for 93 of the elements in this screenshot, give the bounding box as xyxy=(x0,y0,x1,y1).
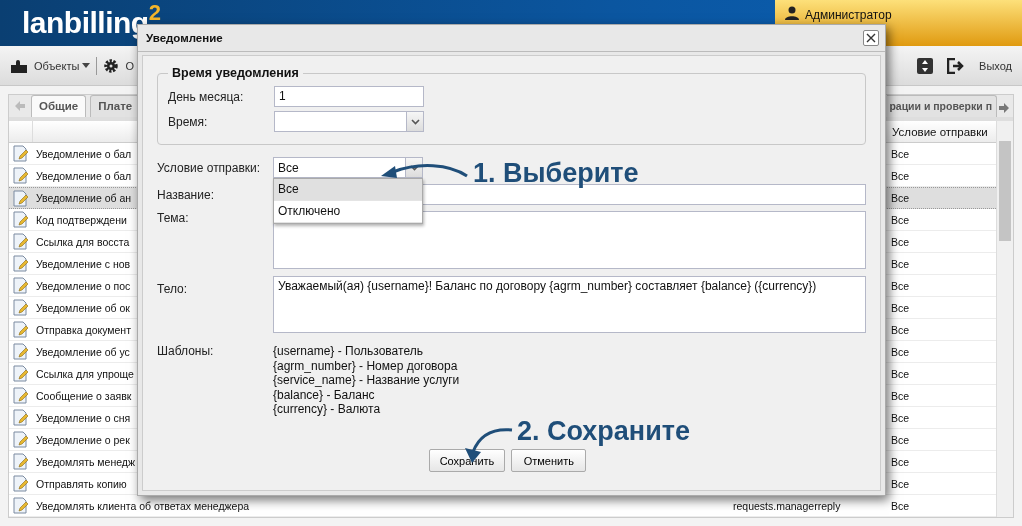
table-cell-text: Сообщение о заявк xyxy=(35,389,132,402)
document-edit-icon xyxy=(13,189,29,207)
document-edit-icon xyxy=(13,255,29,272)
scrollbar[interactable] xyxy=(996,121,1013,517)
table-cell-text: Все xyxy=(890,455,910,468)
cancel-button[interactable]: Отменить xyxy=(511,449,587,472)
chevron-down-icon xyxy=(410,118,420,125)
document-edit-icon xyxy=(13,233,29,250)
field-label: День месяца: xyxy=(168,89,245,104)
fieldset-legend: Время уведомления xyxy=(168,66,303,80)
user-name[interactable]: Администратор xyxy=(805,6,892,24)
template-item: {currency} - Валюта xyxy=(273,402,382,417)
expand-icon[interactable] xyxy=(917,57,934,74)
table-cell-text: Уведомление об ус xyxy=(35,345,130,358)
field-label: Условие отправки: xyxy=(157,160,262,175)
template-item: {balance} - Баланс xyxy=(273,387,376,402)
document-edit-icon xyxy=(13,365,29,382)
table-cell-text: Все xyxy=(890,433,910,446)
close-button[interactable] xyxy=(863,30,879,46)
table-cell-text: Все xyxy=(890,323,910,336)
gear-icon xyxy=(103,57,120,74)
field-label: Тема: xyxy=(157,211,190,225)
tab[interactable]: Общие xyxy=(31,95,87,117)
toolbar-item[interactable]: О xyxy=(125,59,134,72)
table-cell-text: Все xyxy=(890,257,910,270)
dropdown-option[interactable]: Все xyxy=(274,179,422,201)
caret-icon xyxy=(82,63,91,68)
condition-combo[interactable]: Все xyxy=(273,157,423,178)
input-field[interactable]: 1 xyxy=(274,86,424,107)
document-edit-icon xyxy=(13,343,29,360)
table-cell-text: Уведомление о бал xyxy=(35,147,132,160)
table-cell-text: Уведомление о рек xyxy=(35,433,130,446)
table-cell-text: Все xyxy=(890,367,910,380)
objects-menu[interactable]: Объекты xyxy=(34,59,91,72)
table-cell-text: Код подтверждени xyxy=(35,213,127,226)
template-item: {service_name} - Название услуги xyxy=(273,373,460,388)
dropdown-option[interactable]: Отключено xyxy=(274,201,422,223)
table-cell-text: Уведомление об ан xyxy=(35,192,132,204)
table-cell-text: Все xyxy=(890,301,910,314)
table-cell-text: Все xyxy=(890,477,910,490)
document-edit-icon xyxy=(13,145,29,162)
table-cell-text: Все xyxy=(890,192,910,204)
scroll-left-icon[interactable] xyxy=(13,99,27,113)
table-cell-text: Уведомление о пос xyxy=(35,279,131,292)
table-row[interactable]: Уведомлять клиента об ответах менеджера requests.managerreply Все xyxy=(9,495,996,517)
table-cell-text: Уведомлять клиента об ответах менеджера xyxy=(35,499,250,512)
document-edit-icon xyxy=(13,321,29,338)
save-button[interactable]: Сохранить xyxy=(428,449,506,472)
table-cell-text: Уведомление о сня xyxy=(35,411,131,424)
document-edit-icon xyxy=(13,299,29,316)
table-cell-text: Все xyxy=(890,235,910,248)
table-cell-text: Все xyxy=(890,411,910,424)
table-cell-text: Все xyxy=(890,147,910,160)
table-cell-text: Отправлять копию xyxy=(35,477,127,490)
table-cell-text: Все xyxy=(890,389,910,402)
field-label: Шаблоны: xyxy=(157,344,215,358)
table-cell-text: Все xyxy=(890,345,910,358)
tab[interactable]: рации и проверки п xyxy=(887,95,997,117)
table-cell-text: Ссылка для восста xyxy=(35,235,130,248)
field-label: Тело: xyxy=(157,281,189,296)
table-cell-text: Отправка документ xyxy=(35,323,131,336)
callout-text: 1. Выберите xyxy=(473,158,639,189)
field-label: Время: xyxy=(168,114,209,129)
time-combo[interactable] xyxy=(274,111,424,132)
document-edit-icon xyxy=(13,453,29,470)
document-edit-icon xyxy=(13,277,29,294)
field-label: Название: xyxy=(157,187,215,202)
table-cell-text: Уведомление об ок xyxy=(35,301,130,314)
table-cell-text: Уведомление с нов xyxy=(35,257,131,270)
text-area[interactable]: Уважаемый(ая) {username}! Баланс по договору {agrm_number} составляет {balance} ({currency}) xyxy=(273,276,866,333)
template-item: {username} - Пользователь xyxy=(273,344,424,359)
table-cell-text: Все xyxy=(890,169,910,182)
callout-text: 2. Сохраните xyxy=(517,416,690,447)
table-cell-text: Все xyxy=(890,499,910,512)
document-edit-icon xyxy=(13,409,29,426)
document-edit-icon xyxy=(13,431,29,448)
document-edit-icon xyxy=(13,497,29,514)
document-edit-icon xyxy=(13,387,29,404)
puzzle-icon xyxy=(10,58,28,73)
user-icon xyxy=(785,6,799,20)
document-edit-icon xyxy=(13,211,29,228)
table-cell-text: Ссылка для упроще xyxy=(35,367,134,380)
table-cell-text: Все xyxy=(890,213,910,226)
table-cell-text: requests.managerreply xyxy=(732,499,841,512)
table-cell-text: Уведомление о бал xyxy=(35,169,132,182)
document-edit-icon xyxy=(13,167,29,184)
table-cell-text: Все xyxy=(890,279,910,292)
template-item: {agrm_number} - Номер договора xyxy=(273,358,459,373)
logout-icon xyxy=(947,57,966,74)
scroll-right-icon[interactable] xyxy=(997,101,1011,115)
logout-button[interactable]: Выход xyxy=(979,59,1012,72)
table-cell-text: Уведомлять менедж xyxy=(35,455,135,468)
document-edit-icon xyxy=(13,475,29,492)
